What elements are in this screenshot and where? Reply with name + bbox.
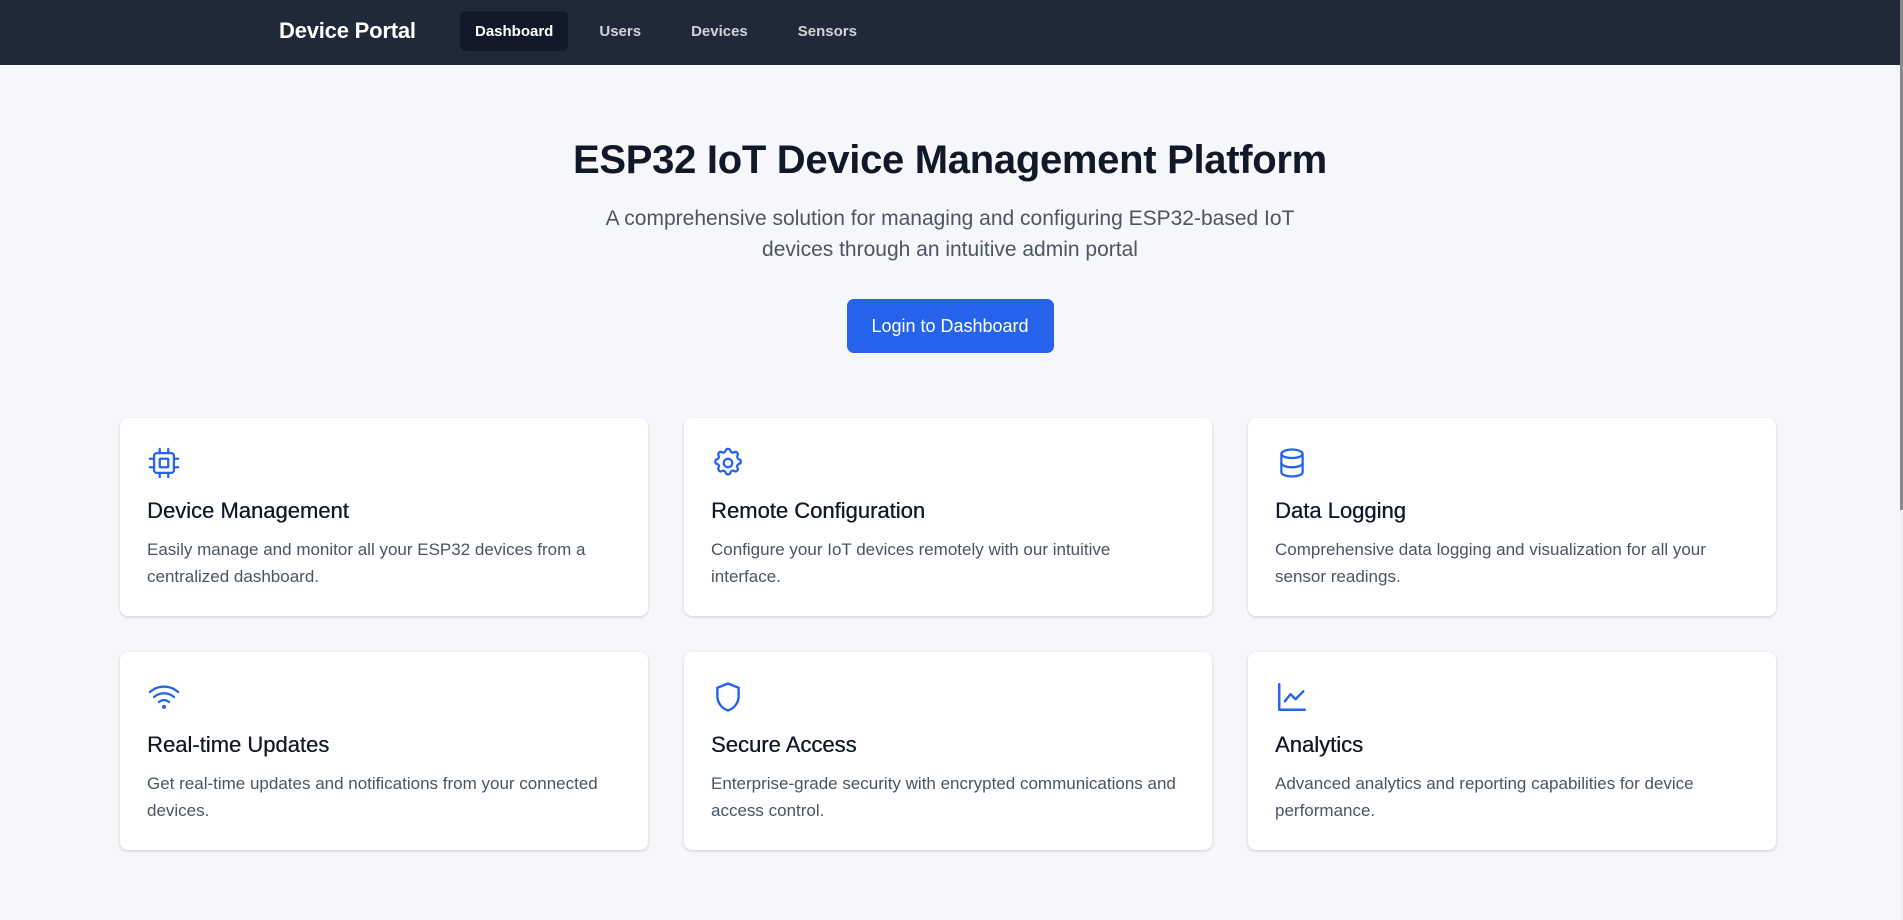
login-button[interactable]: Login to Dashboard [846,299,1054,353]
feature-title: Secure Access [711,732,857,757]
feature-description: Configure your IoT devices remotely with… [711,540,1111,586]
nav-links: Dashboard Users Devices Sensors [460,11,872,51]
database-icon [1275,446,1309,480]
feature-description: Get real-time updates and notifications … [147,774,598,820]
gear-icon [711,446,745,480]
feature-card-data-logging: Data Logging Comprehensive data logging … [1248,418,1776,616]
feature-card-remote-configuration: Remote Configuration Configure your IoT … [684,418,1212,616]
features-grid: Device Management Easily manage and moni… [120,418,1776,850]
feature-title: Device Management [147,498,349,523]
feature-title: Data Logging [1275,498,1406,523]
feature-card-realtime-updates: Real-time Updates Get real-time updates … [120,652,648,850]
chart-icon [1275,680,1309,714]
top-navbar: Device Portal Dashboard Users Devices Se… [0,0,1900,65]
feature-title: Analytics [1275,732,1364,757]
feature-title: Real-time Updates [147,732,330,757]
wifi-icon [147,680,181,714]
nav-item-dashboard[interactable]: Dashboard [460,11,569,51]
nav-item-users[interactable]: Users [584,11,656,51]
feature-card-analytics: Analytics Advanced analytics and reporti… [1248,652,1776,850]
nav-item-devices[interactable]: Devices [676,11,763,51]
feature-description: Comprehensive data logging and visualiza… [1275,540,1706,586]
feature-description: Enterprise-grade security with encrypted… [711,774,1176,820]
page-subtitle: A comprehensive solution for managing an… [605,207,1295,261]
feature-card-secure-access: Secure Access Enterprise-grade security … [684,652,1212,850]
feature-description: Advanced analytics and reporting capabil… [1275,774,1694,820]
hero-section: ESP32 IoT Device Management Platform A c… [0,65,1900,353]
nav-item-sensors[interactable]: Sensors [783,11,872,51]
feature-description: Easily manage and monitor all your ESP32… [147,540,586,586]
feature-title: Remote Configuration [711,498,926,523]
page-title: ESP32 IoT Device Management Platform [573,138,1327,182]
brand-logo[interactable]: Device Portal [279,18,416,44]
chip-icon [147,446,181,480]
feature-card-device-management: Device Management Easily manage and moni… [120,418,648,616]
shield-icon [711,680,745,714]
